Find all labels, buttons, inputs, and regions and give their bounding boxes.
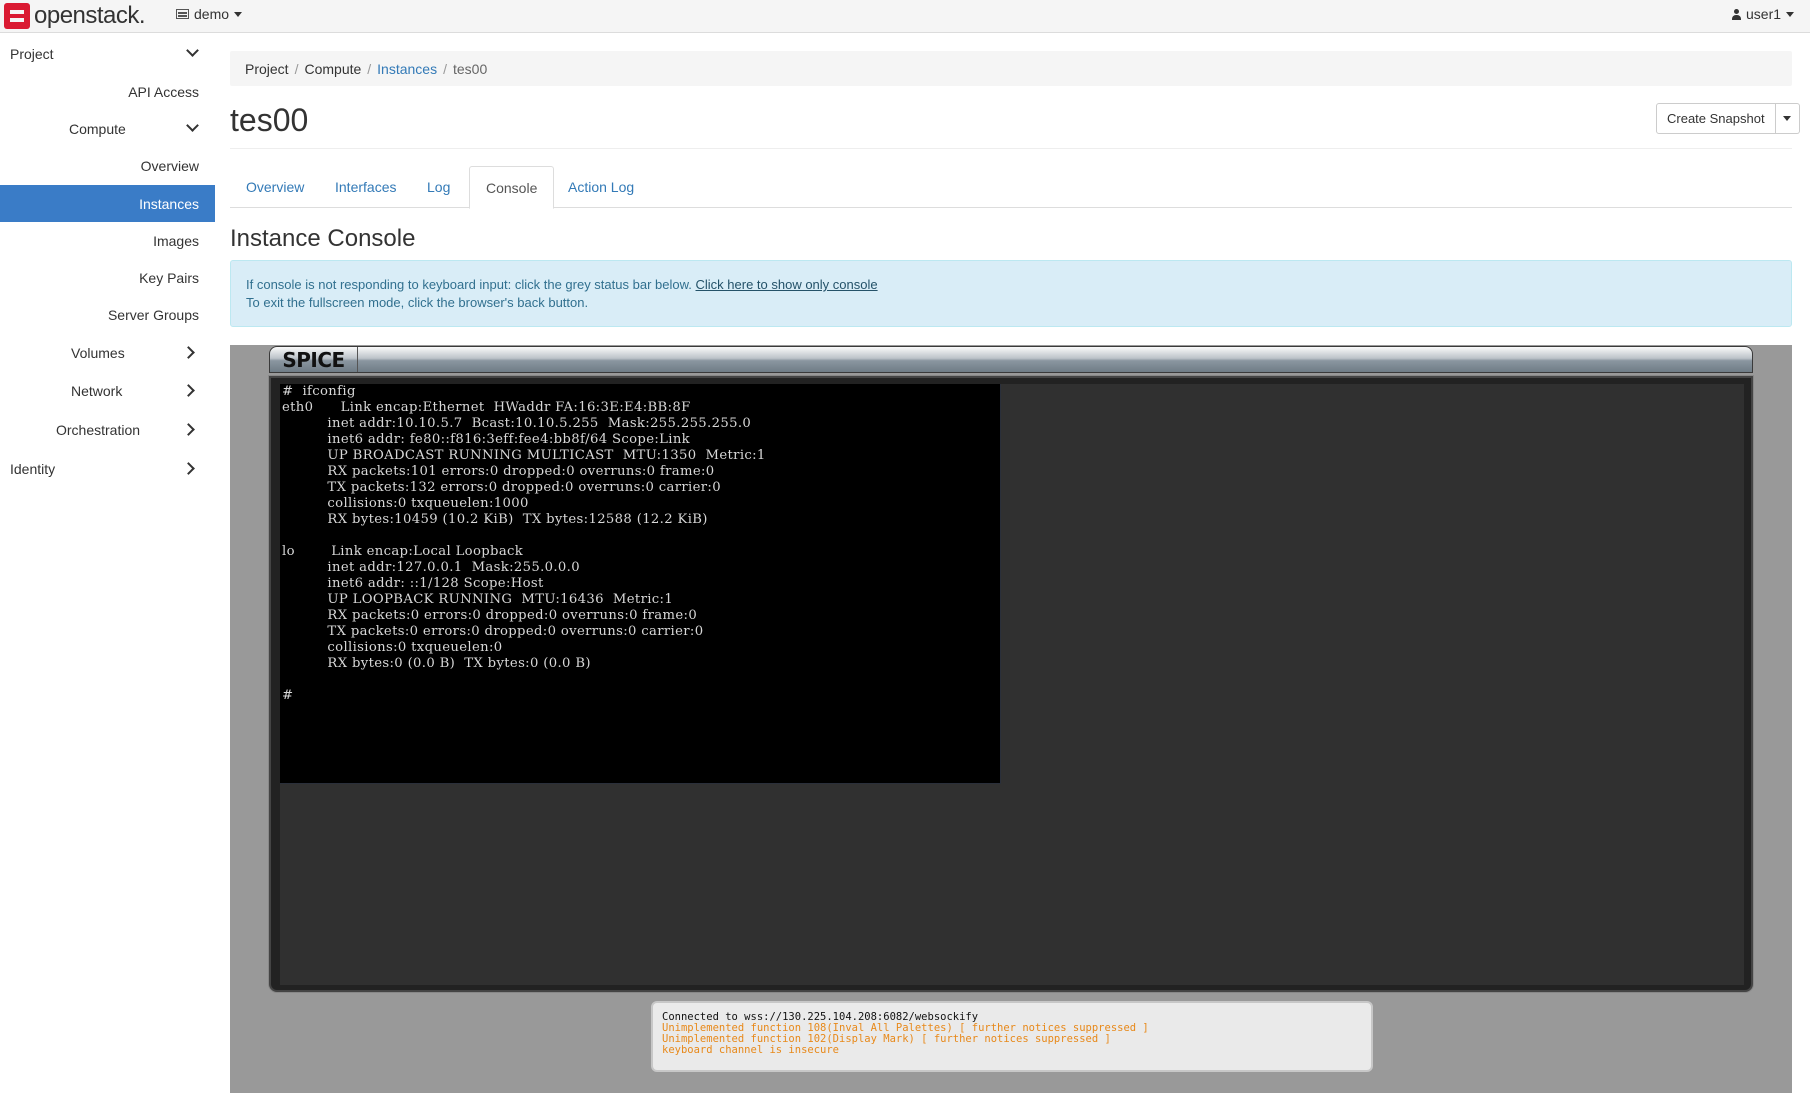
page-title: tes00 bbox=[230, 102, 309, 138]
sidebar-item-volumes[interactable]: Volumes bbox=[0, 334, 215, 371]
user-menu[interactable]: user1 bbox=[1732, 6, 1795, 22]
spice-screen[interactable]: # ifconfig eth0 Link encap:Ethernet HWad… bbox=[280, 384, 1744, 985]
instance-console-title: Instance Console bbox=[230, 225, 416, 252]
tab-interfaces[interactable]: Interfaces bbox=[319, 166, 412, 208]
tab-action-log[interactable]: Action Log bbox=[552, 166, 650, 208]
project-name: demo bbox=[194, 6, 230, 22]
sidebar-item-label: Project bbox=[10, 45, 54, 62]
sidebar-item-label: Identity bbox=[10, 460, 56, 477]
breadcrumb-compute: Compute bbox=[304, 60, 362, 77]
sidebar-item-key-pairs[interactable]: Key Pairs bbox=[0, 259, 215, 296]
sidebar-item-label: Overview bbox=[140, 157, 199, 174]
user-icon bbox=[1732, 8, 1741, 20]
chevron-right-icon bbox=[182, 384, 195, 397]
alert-line-1: If console is not responding to keyboard… bbox=[246, 276, 1776, 294]
alert-line-2: To exit the fullscreen mode, click the b… bbox=[246, 295, 589, 310]
spice-title-bar[interactable]: SPICE bbox=[269, 346, 1753, 373]
status-warning: keyboard channel is insecure bbox=[662, 1044, 840, 1056]
sidebar-item-label: Key Pairs bbox=[139, 269, 199, 286]
project-list-icon bbox=[176, 9, 189, 19]
spice-screen-frame: # ifconfig eth0 Link encap:Ethernet HWad… bbox=[269, 376, 1753, 992]
tab-log[interactable]: Log bbox=[411, 166, 466, 208]
user-name: user1 bbox=[1746, 6, 1782, 22]
chevron-down-icon bbox=[186, 44, 199, 57]
caret-down-icon bbox=[1783, 116, 1792, 121]
breadcrumb: Project / Compute / Instances / tes00 bbox=[230, 51, 1792, 86]
sidebar-item-instances[interactable]: Instances bbox=[0, 185, 215, 222]
breadcrumb-instances-link[interactable]: Instances bbox=[377, 61, 437, 77]
console-info-alert: If console is not responding to keyboard… bbox=[230, 260, 1792, 327]
alert-text: If console is not responding to keyboard… bbox=[246, 277, 692, 292]
sidebar-item-label: Compute bbox=[69, 120, 126, 137]
create-snapshot-button[interactable]: Create Snapshot bbox=[1656, 103, 1776, 134]
chevron-right-icon bbox=[182, 423, 195, 436]
sidebar-item-server-groups[interactable]: Server Groups bbox=[0, 296, 215, 333]
sidebar: Project API Access Compute Overview Inst… bbox=[0, 33, 215, 1093]
show-only-console-link[interactable]: Click here to show only console bbox=[696, 277, 878, 292]
chevron-right-icon bbox=[182, 462, 195, 475]
sidebar-item-label: Orchestration bbox=[56, 421, 141, 438]
title-divider bbox=[230, 148, 1792, 149]
breadcrumb-separator: / bbox=[443, 60, 447, 77]
top-navbar: openstack. demo user1 bbox=[0, 0, 1810, 33]
sidebar-item-identity[interactable]: Identity bbox=[0, 450, 215, 487]
console-frame: SPICE # ifconfig eth0 Link encap:Etherne… bbox=[230, 345, 1792, 1093]
tab-overview[interactable]: Overview bbox=[230, 166, 320, 208]
caret-down-icon bbox=[1786, 11, 1795, 17]
sidebar-item-api-access[interactable]: API Access bbox=[0, 73, 215, 110]
sidebar-item-orchestration[interactable]: Orchestration bbox=[0, 411, 215, 448]
sidebar-item-images[interactable]: Images bbox=[0, 222, 215, 259]
terminal-output: # ifconfig eth0 Link encap:Ethernet HWad… bbox=[282, 384, 766, 703]
brand-name: openstack. bbox=[34, 2, 146, 29]
caret-down-icon bbox=[234, 11, 243, 17]
sidebar-item-label: Volumes bbox=[71, 344, 125, 361]
spice-label: SPICE bbox=[270, 347, 358, 372]
sidebar-item-label: Network bbox=[71, 382, 123, 399]
chevron-down-icon bbox=[186, 119, 199, 132]
breadcrumb-project: Project bbox=[245, 60, 289, 77]
snapshot-button-group: Create Snapshot bbox=[1656, 103, 1800, 134]
sidebar-item-overview[interactable]: Overview bbox=[0, 147, 215, 184]
project-switcher[interactable]: demo bbox=[176, 6, 243, 22]
console-status-bar[interactable]: Connected to wss://130.225.104.208:6082/… bbox=[651, 1001, 1373, 1072]
openstack-logo[interactable]: openstack. bbox=[4, 2, 146, 29]
breadcrumb-separator: / bbox=[294, 60, 299, 77]
breadcrumb-separator: / bbox=[367, 60, 372, 77]
sidebar-item-project[interactable]: Project bbox=[0, 35, 215, 72]
instance-tabs: Overview Interfaces Log Console Action L… bbox=[230, 166, 1792, 209]
sidebar-item-label: API Access bbox=[128, 83, 199, 100]
sidebar-item-compute[interactable]: Compute bbox=[0, 110, 215, 147]
breadcrumb-current: tes00 bbox=[453, 60, 488, 77]
chevron-right-icon bbox=[182, 346, 195, 359]
sidebar-item-label: Images bbox=[153, 232, 199, 249]
tab-console[interactable]: Console bbox=[469, 166, 555, 209]
sidebar-item-network[interactable]: Network bbox=[0, 372, 215, 409]
sidebar-item-label: Instances bbox=[139, 195, 199, 212]
sidebar-item-label: Server Groups bbox=[107, 306, 199, 323]
openstack-logo-icon bbox=[4, 3, 30, 29]
actions-dropdown-toggle[interactable] bbox=[1775, 103, 1800, 134]
terminal-display[interactable]: # ifconfig eth0 Link encap:Ethernet HWad… bbox=[280, 384, 1001, 784]
